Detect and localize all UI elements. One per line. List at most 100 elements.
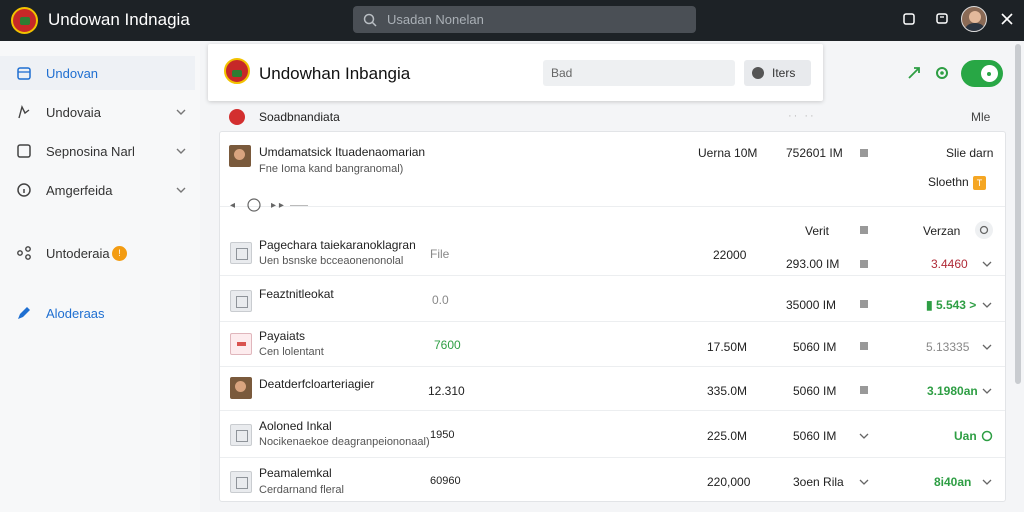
file-thumbnail bbox=[230, 471, 252, 493]
item-description: Fne Ioma kand bangranomal) bbox=[259, 163, 404, 175]
row-amount: 22000 bbox=[713, 248, 747, 262]
close-icon[interactable] bbox=[998, 10, 1016, 28]
table-row[interactable]: Aoloned Inkal Nocikenaekoe deagranpeiono… bbox=[220, 411, 1005, 458]
sidebar-item-sepnosina[interactable]: Sepnosina Narl bbox=[0, 134, 195, 168]
row-size: 5060 IM bbox=[793, 384, 837, 398]
item-status-secondary: Sloethn T bbox=[928, 175, 987, 190]
sidebar-item-amgerfeida[interactable]: Amgerfeida bbox=[0, 173, 195, 207]
row-size: 35000 IM bbox=[786, 298, 837, 312]
sidebar-item-undovan[interactable]: Undovan bbox=[0, 56, 195, 90]
table-row[interactable]: Payaiats Cen lolentant 7600 17.50M 5060 … bbox=[220, 322, 1005, 367]
table-row[interactable]: Feaztnitleokat 0.0 35000 IM ▮ 5.543 > bbox=[220, 276, 1005, 322]
row-name: Feaztnitleokat bbox=[259, 287, 334, 301]
scrollbar[interactable] bbox=[1015, 44, 1021, 384]
share-icon bbox=[17, 246, 31, 260]
check-circle-icon[interactable] bbox=[981, 430, 993, 442]
file-icon[interactable] bbox=[858, 258, 870, 270]
sidebar-item-label: Sepnosina Narl bbox=[46, 143, 135, 159]
row-type: 7600 bbox=[434, 338, 461, 352]
info-icon bbox=[17, 183, 31, 197]
items-button[interactable]: Iters bbox=[744, 60, 811, 86]
row-size: 3oen Rila bbox=[793, 475, 844, 489]
filter-icon bbox=[752, 67, 764, 79]
row-description: Cerdarnand fleral bbox=[259, 484, 344, 496]
window-icon[interactable] bbox=[900, 10, 918, 28]
file-thumbnail bbox=[230, 242, 252, 264]
section-meta: ·· ·· bbox=[788, 110, 816, 122]
user-avatar[interactable] bbox=[961, 6, 987, 32]
chevron-down-icon[interactable] bbox=[858, 476, 870, 488]
pager-line bbox=[289, 204, 308, 206]
row-name: Deatderfcloarteriagier bbox=[259, 377, 375, 391]
table-row[interactable]: Umdamatsick Ituadenaomarian Fne Ioma kan… bbox=[220, 132, 1005, 212]
brand-logo bbox=[224, 58, 250, 84]
thumbnail-image bbox=[229, 145, 251, 167]
chevron-down-icon[interactable] bbox=[981, 299, 993, 311]
table-row[interactable]: Deatderfcloarteriagier 12.310 335.0M 506… bbox=[220, 367, 1005, 411]
header-card: Undowhan Inbangia Iters bbox=[208, 44, 823, 101]
table-row[interactable]: Peamalemkal Cerdarnand fleral 60960 220,… bbox=[220, 458, 1005, 502]
sidebar-item-undovaia[interactable]: Undovaia bbox=[0, 95, 195, 129]
chat-icon[interactable] bbox=[933, 10, 951, 28]
search-bar[interactable] bbox=[353, 6, 696, 33]
sidebar-item-label: Amgerfeida bbox=[46, 182, 113, 198]
file-icon[interactable] bbox=[858, 340, 870, 352]
search-icon bbox=[363, 13, 377, 27]
row-name: Payaiats bbox=[259, 329, 306, 343]
file-thumbnail bbox=[230, 424, 252, 446]
item-name: Umdamatsick Ituadenaomarian bbox=[259, 145, 426, 159]
file-icon[interactable] bbox=[858, 298, 870, 310]
sidebar-item-untoderaia[interactable]: Untoderaia ! bbox=[0, 236, 195, 270]
item-size: Uerna 10M bbox=[698, 146, 758, 160]
file-icon[interactable] bbox=[858, 147, 870, 159]
section-status-dot bbox=[229, 109, 245, 125]
row-value: 8i40an bbox=[934, 475, 972, 489]
app-title: Undowan Indnagia bbox=[48, 10, 190, 29]
user-icon bbox=[18, 105, 30, 119]
top-bar: Undowan Indnagia bbox=[0, 0, 1024, 41]
sidebar-item-aloderaas[interactable]: Aloderaas bbox=[0, 296, 195, 330]
settings-icon[interactable] bbox=[934, 65, 950, 81]
edit-icon bbox=[18, 307, 30, 319]
search-input[interactable] bbox=[387, 12, 687, 27]
section-label: Mle bbox=[971, 110, 991, 124]
row-size: 5060 IM bbox=[793, 429, 837, 443]
status-tag: T bbox=[972, 176, 987, 190]
chevron-down-icon[interactable] bbox=[981, 476, 993, 488]
row-value: 3.1980an bbox=[927, 384, 978, 398]
row-value: 3.4460 bbox=[931, 257, 968, 271]
files-table: Umdamatsick Ituadenaomarian Fne Ioma kan… bbox=[219, 131, 1006, 502]
row-value: 5.13335 bbox=[926, 340, 970, 354]
status-toggle[interactable] bbox=[961, 60, 1003, 87]
sidebar-item-label: Aloderaas bbox=[46, 305, 105, 321]
file-thumbnail bbox=[230, 333, 252, 355]
row-amount: 335.0M bbox=[707, 384, 748, 398]
table-row[interactable]: Pagechara taiekaranoklagran Uen bsnske b… bbox=[220, 230, 1005, 276]
row-name: Peamalemkal bbox=[259, 466, 332, 480]
chevron-down-icon[interactable] bbox=[981, 385, 993, 397]
file-thumbnail bbox=[230, 290, 252, 312]
app-logo bbox=[11, 7, 38, 34]
row-name: Pagechara taiekaranoklagran bbox=[259, 238, 416, 252]
row-type: 12.310 bbox=[428, 384, 465, 398]
filter-input[interactable] bbox=[543, 60, 735, 86]
row-value: Uan bbox=[954, 429, 977, 443]
chevron-down-icon bbox=[176, 148, 186, 154]
chevron-down-icon[interactable] bbox=[981, 341, 993, 353]
chevron-down-icon[interactable] bbox=[858, 430, 870, 442]
expand-icon[interactable] bbox=[906, 65, 922, 81]
row-size: 5060 IM bbox=[793, 340, 837, 354]
chevron-down-icon bbox=[176, 109, 186, 115]
row-type: File bbox=[430, 247, 450, 261]
chevron-down-icon[interactable] bbox=[981, 258, 993, 270]
item-status: Slie darn bbox=[946, 146, 994, 160]
chevron-down-icon bbox=[176, 187, 186, 193]
sidebar: Undovan Undovaia Sepnosina Narl Amgerfei… bbox=[0, 41, 200, 512]
file-icon[interactable] bbox=[858, 384, 870, 396]
page-title: Undowhan Inbangia bbox=[259, 64, 411, 83]
row-amount: 225.0M bbox=[707, 429, 748, 443]
sidebar-item-label: Untoderaia bbox=[46, 245, 110, 261]
row-description: Uen bsnske bcceaonenonolal bbox=[259, 255, 404, 267]
row-amount: 17.50M bbox=[707, 340, 748, 354]
row-value: ▮ 5.543 > bbox=[926, 298, 977, 312]
